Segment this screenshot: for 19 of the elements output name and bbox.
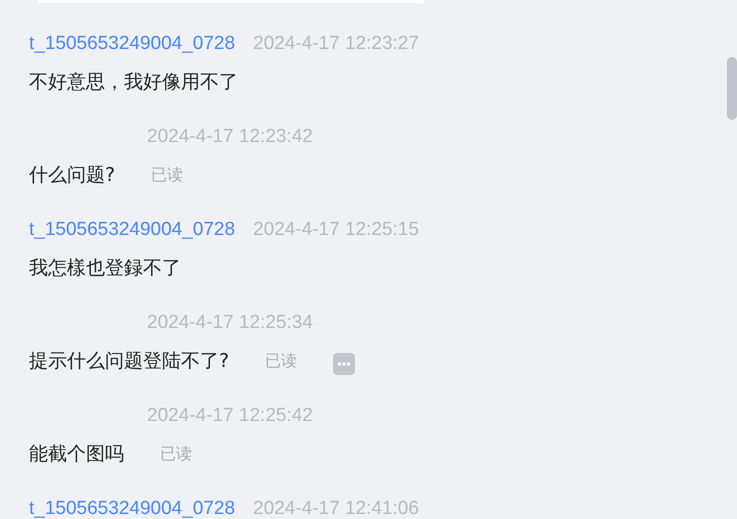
more-icon[interactable] [333, 353, 356, 375]
sender-name[interactable]: t_1505653249004_0728 [29, 498, 236, 519]
message-time: 2024-4-17 12:25:42 [147, 405, 313, 427]
message-text: 能截个图吗 [29, 442, 124, 467]
read-status: 已读 [160, 444, 192, 464]
message-time: 2024-4-17 12:25:15 [253, 219, 419, 241]
read-status: 已读 [151, 164, 184, 186]
read-status: 已读 [265, 350, 298, 372]
message-time: 2024-4-17 12:23:42 [147, 126, 313, 148]
scrollbar-thumb[interactable] [727, 57, 737, 120]
message-time: 2024-4-17 12:23:27 [253, 33, 419, 55]
sender-name[interactable]: t_1505653249004_0728 [29, 33, 236, 55]
message-text: 我怎樣也登録不了 [29, 256, 181, 281]
message-text: 不好意思，我好像用不了 [29, 70, 238, 95]
message-time: 2024-4-17 12:41:06 [253, 498, 419, 519]
sender-name[interactable]: t_1505653249004_0728 [29, 219, 236, 241]
message-text: 提示什么问题登陆不了? [29, 349, 230, 374]
message-text: 什么问题? [29, 163, 116, 188]
message-time: 2024-4-17 12:25:34 [147, 312, 313, 334]
